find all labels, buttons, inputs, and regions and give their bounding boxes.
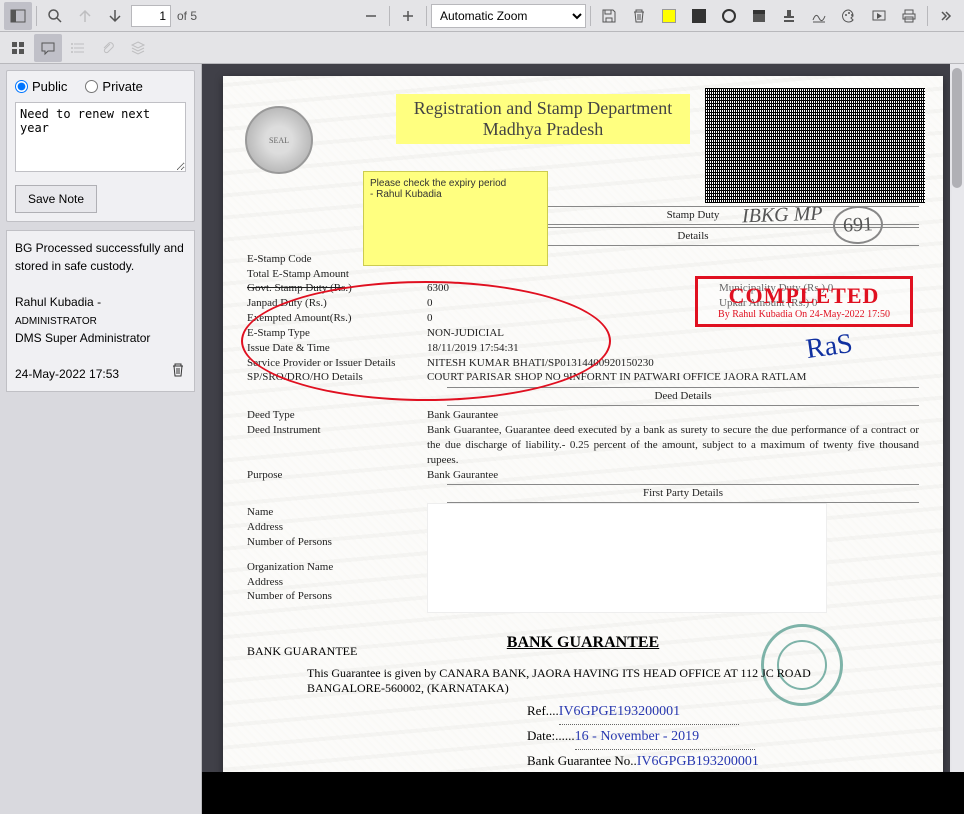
thumbnails-view-button[interactable]: [4, 34, 32, 62]
delete-icon[interactable]: [625, 2, 653, 30]
bg-field-row: Date:......16 - November - 2019: [527, 725, 919, 750]
comments-view-button[interactable]: [34, 34, 62, 62]
field-value: Bank Guarantee, Guarantee deed executed …: [427, 423, 919, 468]
comment-body: BG Processed successfully and stored in …: [15, 239, 186, 275]
bg-field-row: Ref....IV6GPGE193200001: [527, 700, 919, 725]
save-note-button[interactable]: Save Note: [15, 185, 97, 213]
more-tools-button[interactable]: [932, 2, 960, 30]
outline-view-button[interactable]: [64, 34, 92, 62]
field-label: Number of Persons: [247, 589, 427, 604]
signature-mark: RaS: [804, 328, 855, 366]
new-note-box: Public Private Need to renew next year S…: [6, 70, 195, 222]
field-value: Bank Gaurantee: [427, 408, 919, 423]
govt-seal-image: SEAL: [245, 106, 313, 174]
circle-annot-button[interactable]: [715, 2, 743, 30]
zoom-out-button[interactable]: [357, 2, 385, 30]
zoom-select[interactable]: Automatic Zoom: [431, 4, 586, 28]
private-label: Private: [102, 79, 142, 94]
visibility-private-option[interactable]: Private: [85, 79, 142, 94]
next-page-button[interactable]: [101, 2, 129, 30]
section-first-party: First Party Details: [447, 484, 919, 503]
note-annot-button[interactable]: [745, 2, 773, 30]
public-label: Public: [32, 79, 67, 94]
main-toolbar: of 5 Automatic Zoom: [0, 0, 964, 32]
note-textarea[interactable]: Need to renew next year: [15, 102, 186, 172]
highlight-color-button[interactable]: [655, 2, 683, 30]
field-label: Organization Name: [247, 560, 427, 575]
page-number-input[interactable]: [131, 5, 171, 27]
sidebar-toggle-button[interactable]: [4, 2, 32, 30]
red-oval-annotation[interactable]: [241, 281, 611, 401]
vertical-scrollbar[interactable]: [950, 64, 964, 814]
completed-stamp: COMPLETED By Rahul Kubadia On 24-May-202…: [695, 276, 913, 327]
pdf-page: SEAL Registration and Stamp Department M…: [223, 76, 943, 814]
visibility-public-option[interactable]: Public: [15, 79, 67, 94]
save-icon[interactable]: [595, 2, 623, 30]
comment-org: DMS Super Administrator: [15, 329, 186, 347]
field-label: Purpose: [247, 468, 427, 483]
document-viewer[interactable]: SEAL Registration and Stamp Department M…: [202, 64, 964, 814]
stamp-button[interactable]: [775, 2, 803, 30]
sidebar-toolbar: [0, 32, 964, 64]
print-icon[interactable]: [895, 2, 923, 30]
page-count-label: of 5: [177, 9, 197, 23]
delete-comment-button[interactable]: [170, 362, 186, 383]
footer-blackbar: [202, 772, 964, 814]
comment-item: BG Processed successfully and stored in …: [6, 230, 195, 392]
zoom-in-button[interactable]: [394, 2, 422, 30]
field-label: Deed Type: [247, 408, 427, 423]
sidebar-panel: Public Private Need to renew next year S…: [0, 64, 202, 814]
public-radio[interactable]: [15, 80, 28, 93]
field-label: Address: [247, 520, 427, 535]
document-header: Registration and Stamp Department Madhya…: [396, 94, 690, 144]
layers-view-button[interactable]: [124, 34, 152, 62]
barcode-image: [705, 88, 925, 203]
handwritten-text: IBKG MP: [742, 203, 823, 229]
field-label: Address: [247, 575, 427, 590]
bg-intro-text: This Guarantee is given by CANARA BANK, …: [247, 666, 919, 696]
bg-field-row: Bank Guarantee No..IV6GPGB193200001: [527, 750, 919, 775]
palette-icon[interactable]: [835, 2, 863, 30]
comment-author-line: Rahul Kubadia - ADMINISTRATOR: [15, 293, 186, 329]
bg-side-title: BANK GUARANTEE: [247, 644, 357, 659]
field-value: Bank Gaurantee: [427, 468, 919, 483]
sign-button[interactable]: [805, 2, 833, 30]
comment-timestamp: 24-May-2022 17:53: [15, 365, 186, 383]
rectangle-annot-button[interactable]: [685, 2, 713, 30]
scrollbar-thumb[interactable]: [952, 68, 962, 188]
search-button[interactable]: [41, 2, 69, 30]
attachments-view-button[interactable]: [94, 34, 122, 62]
prev-page-button[interactable]: [71, 2, 99, 30]
sticky-note-annotation[interactable]: Please check the expiry period - Rahul K…: [363, 171, 548, 266]
field-label: Deed Instrument: [247, 423, 427, 468]
presentation-icon[interactable]: [865, 2, 893, 30]
field-label: Name: [247, 505, 427, 520]
field-label: Number of Persons: [247, 535, 427, 550]
private-radio[interactable]: [85, 80, 98, 93]
field-label: Total E-Stamp Amount: [247, 267, 427, 282]
